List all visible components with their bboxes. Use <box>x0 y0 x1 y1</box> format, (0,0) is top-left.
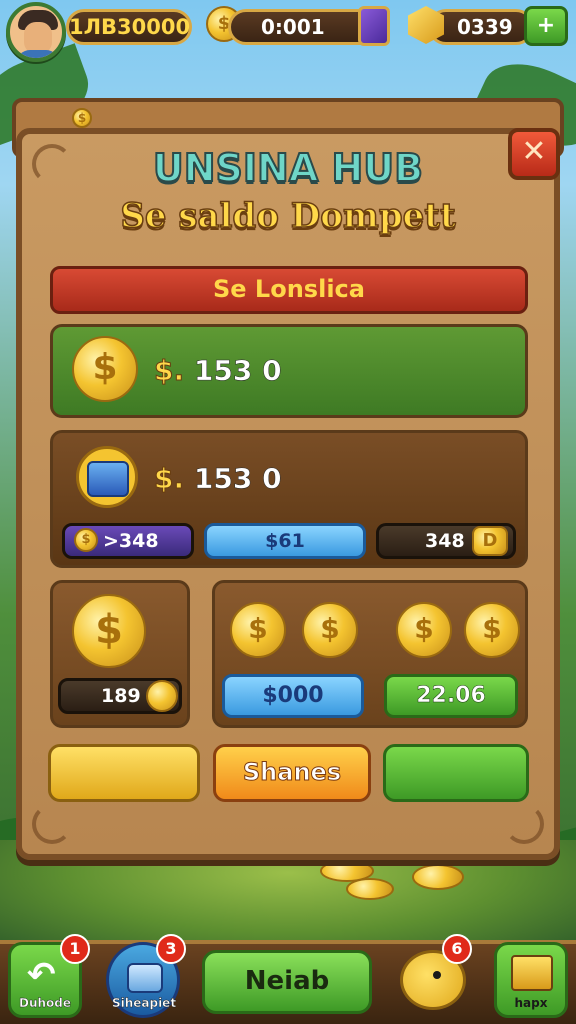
coin-icon: $ <box>74 528 98 552</box>
avatar-shirt <box>16 50 60 58</box>
coin-icon: $ <box>464 602 520 658</box>
panel-title: UNSINA HUB <box>152 145 424 191</box>
coin-icon: $ <box>230 602 286 658</box>
nav-badge: 6 <box>442 934 472 964</box>
nav-item-neiab[interactable]: Neiab <box>202 950 372 1014</box>
coin-icon: $ <box>396 602 452 658</box>
ground-coin-icon <box>346 878 394 900</box>
crate-icon <box>511 955 553 991</box>
reward-right-green[interactable]: 22.06 <box>384 674 518 718</box>
reward-left-label: 189 <box>101 685 141 707</box>
chest-icon <box>127 963 163 993</box>
back-arrow-icon: ↶ <box>27 955 56 995</box>
nav-label-duhode: Duhode <box>18 996 72 1010</box>
balance-amount: $. 153 0 <box>153 354 282 388</box>
player-currency-counter[interactable]: 1ЛВ30000 <box>66 9 192 45</box>
dollar-coin-icon: $ <box>72 336 138 402</box>
amount-value: 153 0 <box>193 354 282 388</box>
ground-coin-icon <box>412 864 464 890</box>
section-banner: Se Lonslica <box>50 266 528 314</box>
chip-left-label: >348 <box>103 530 159 552</box>
corner-ornament <box>32 804 72 844</box>
reward-right-blue[interactable]: $000 <box>222 674 364 718</box>
amount-value: 153 0 <box>193 462 282 496</box>
panel-subtitle: Se saldo Dompett <box>120 195 457 237</box>
nav-badge: 1 <box>60 934 90 964</box>
corner-ornament <box>504 804 544 844</box>
chip-right-label: 348 <box>425 530 465 552</box>
chest-amount: $. 153 0 <box>153 462 282 496</box>
nav-label-hapx: hapx <box>514 996 548 1010</box>
mascot-eye <box>433 971 441 979</box>
shares-button[interactable]: Shanes <box>213 744 371 802</box>
dollar-small-icon: $ <box>72 108 92 128</box>
gem-icon <box>358 6 390 46</box>
nav-label-siheapiet: Siheapiet <box>111 996 177 1010</box>
currency-symbol: $. <box>153 462 185 496</box>
chest-box <box>87 461 129 497</box>
top-bar: 1ЛВ30000 $ 0:001 0339 + <box>0 0 576 80</box>
big-coin-icon: $ <box>72 594 146 668</box>
add-currency-button[interactable]: + <box>524 6 568 46</box>
coin-icon <box>146 680 178 712</box>
coin-icon: $ <box>302 602 358 658</box>
action-button-left[interactable] <box>48 744 200 802</box>
chip-middle[interactable]: $61 <box>204 523 366 559</box>
gold-d-icon: D <box>472 526 508 556</box>
player-avatar[interactable] <box>6 2 66 62</box>
treasure-chest-icon <box>76 446 138 508</box>
currency-symbol: $. <box>153 354 185 388</box>
action-button-right[interactable] <box>383 744 529 802</box>
nav-badge: 3 <box>156 934 186 964</box>
